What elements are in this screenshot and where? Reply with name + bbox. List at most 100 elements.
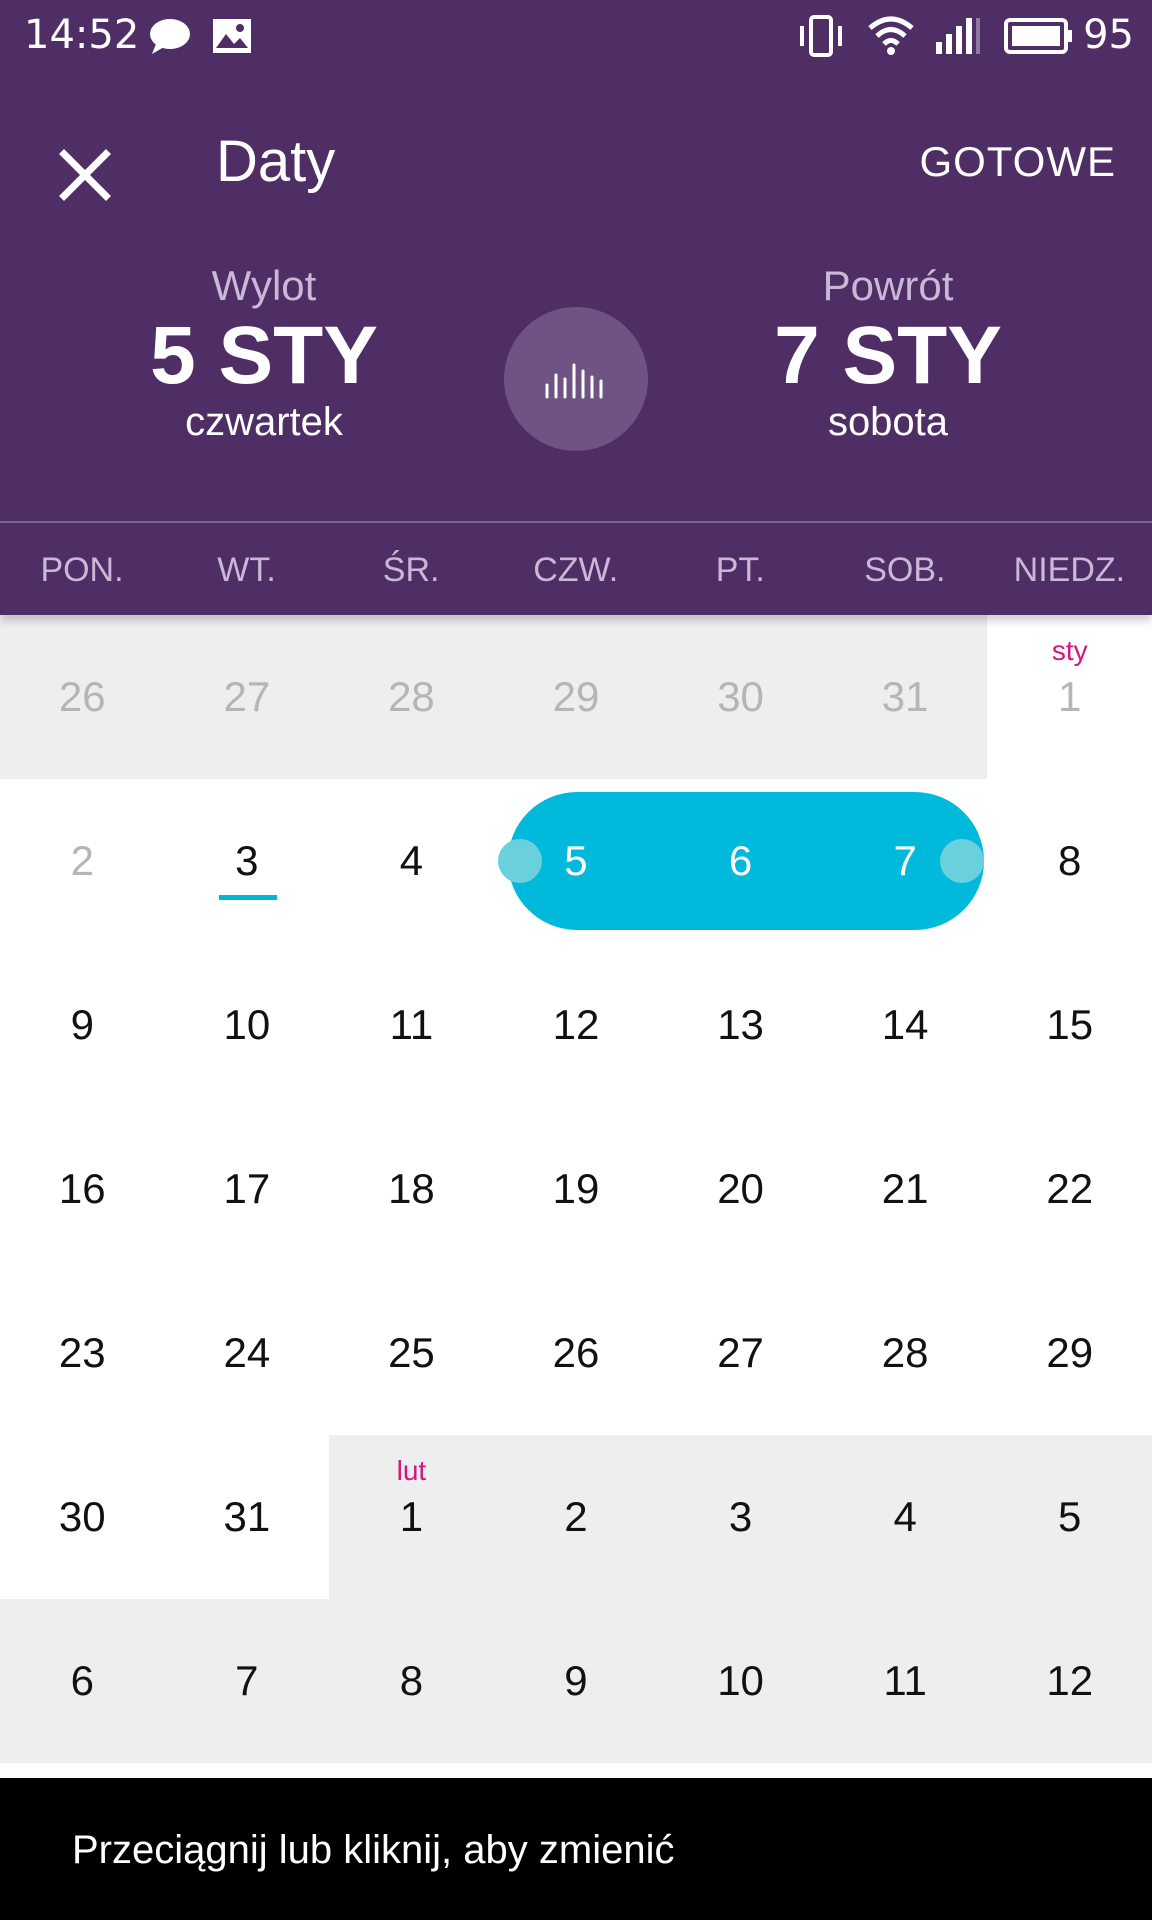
calendar-day-cell[interactable]: 7 <box>164 1599 330 1763</box>
calendar-day-cell[interactable]: 5 <box>494 779 659 943</box>
calendar-day-cell[interactable]: 13 <box>658 943 823 1107</box>
calendar-day-cell[interactable]: 8 <box>329 1599 494 1763</box>
calendar-day-cell[interactable]: 9 <box>493 1599 659 1763</box>
month-label-february: lut <box>396 1455 427 1486</box>
calendar-day-cell[interactable]: 11 <box>822 1599 988 1763</box>
wifi-icon <box>866 14 916 63</box>
day-number: 30 <box>717 673 764 720</box>
calendar-day-cell[interactable]: 28 <box>823 1271 988 1435</box>
calendar-day-cell[interactable]: 6 <box>658 779 823 943</box>
calendar-day-cell[interactable]: 24 <box>165 1271 330 1435</box>
calendar-day-cell[interactable]: 22 <box>987 1107 1152 1271</box>
calendar-day-cell[interactable]: 1 sty <box>987 615 1152 779</box>
calendar-day-cell[interactable]: 27 <box>164 615 330 779</box>
weekday-mon: PON. <box>40 551 124 589</box>
day-number: 28 <box>881 1329 929 1376</box>
calendar-day-cell[interactable]: 17 <box>165 1107 330 1271</box>
return-weekday: sobota <box>827 400 949 444</box>
signal-icon <box>934 14 986 63</box>
weekday-sat: SOB. <box>864 551 946 589</box>
calendar-day-cell[interactable]: 25 <box>329 1271 494 1435</box>
day-number: 10 <box>717 1657 764 1704</box>
day-number: 30 <box>58 1493 106 1540</box>
calendar-day-cell[interactable]: 26 <box>0 615 165 779</box>
day-number: 11 <box>389 1001 434 1048</box>
calendar-day-cell[interactable]: 10 <box>165 943 330 1107</box>
calendar-day-cell[interactable]: 19 <box>494 1107 659 1271</box>
vibrate-icon <box>796 14 846 63</box>
calendar-day-cell[interactable]: 3 <box>165 779 330 943</box>
calendar-day-cell[interactable]: 4 <box>329 779 494 943</box>
calendar-day-cell[interactable]: 31 <box>822 615 988 779</box>
weekday-sun: NIEDZ. <box>1013 551 1126 589</box>
calendar-day-cell[interactable]: 21 <box>823 1107 988 1271</box>
calendar-day-cell[interactable]: 2 <box>493 1435 659 1599</box>
calendar-day-cell[interactable]: 12 <box>494 943 659 1107</box>
calendar-day-cell[interactable]: 16 <box>0 1107 165 1271</box>
day-number: 16 <box>58 1165 106 1212</box>
departure-date-selector[interactable]: Wylot 5 STY czwartek <box>94 262 434 445</box>
day-number: 23 <box>58 1329 106 1376</box>
calendar-day-cell[interactable]: 30 <box>658 615 823 779</box>
toolbar: Daty GOTOWE <box>0 80 1152 240</box>
calendar-day-cell[interactable]: 11 <box>329 943 494 1107</box>
calendar-day-cell[interactable]: 27 <box>658 1271 823 1435</box>
calendar-day-cell[interactable]: 30 <box>0 1435 165 1599</box>
done-button[interactable]: GOTOWE <box>919 138 1116 186</box>
day-number: 24 <box>223 1329 271 1376</box>
calendar-day-cell[interactable]: 14 <box>823 943 988 1107</box>
day-number: 3 <box>235 837 259 884</box>
calendar-day-cell[interactable]: 2 <box>0 779 165 943</box>
calendar-day-cell[interactable]: 10 <box>658 1599 823 1763</box>
day-number: 3 <box>728 1493 753 1540</box>
today-indicator <box>218 895 277 900</box>
calendar-day-cell[interactable]: 29 <box>987 1271 1152 1435</box>
calendar-day-cell[interactable]: 3 <box>658 1435 823 1599</box>
day-number: 31 <box>223 1493 271 1540</box>
calendar-day-cell[interactable]: 5 <box>987 1435 1152 1599</box>
day-number: 11 <box>883 1657 927 1704</box>
price-chart-button[interactable] <box>504 307 648 451</box>
day-number: 8 <box>1058 837 1082 884</box>
calendar-day-cell[interactable]: 26 <box>494 1271 659 1435</box>
calendar-day-cell[interactable]: 28 <box>329 615 494 779</box>
day-number: 19 <box>552 1165 600 1212</box>
calendar-day-cell[interactable]: 1 lut <box>329 1435 494 1599</box>
day-number: 27 <box>223 673 271 720</box>
day-number: 6 <box>728 837 753 884</box>
close-icon <box>59 149 111 201</box>
calendar-day-cell[interactable]: 7 <box>823 779 988 943</box>
calendar-day-cell[interactable]: 6 <box>0 1599 165 1763</box>
calendar-day-cell[interactable]: 4 <box>822 1435 988 1599</box>
status-bar: 14:52 95 <box>0 0 1152 75</box>
day-number: 15 <box>1046 1001 1094 1048</box>
weekday-header: PON. WT. ŚR. CZW. PT. SOB. NIEDZ. <box>0 523 1152 615</box>
calendar-day-cell[interactable]: 9 <box>0 943 165 1107</box>
calendar-day-cell[interactable]: 18 <box>329 1107 494 1271</box>
day-number: 13 <box>717 1001 764 1048</box>
image-icon <box>210 14 254 63</box>
calendar-day-cell[interactable]: 8 <box>987 779 1152 943</box>
return-date-selector[interactable]: Powrót 7 STY sobota <box>718 262 1058 445</box>
battery-percent: 95 <box>1083 12 1134 58</box>
day-number: 18 <box>388 1165 435 1212</box>
day-number: 1 <box>1058 673 1082 720</box>
day-number: 7 <box>893 837 917 884</box>
calendar-day-cell[interactable]: 20 <box>658 1107 823 1271</box>
day-number: 12 <box>1046 1657 1094 1704</box>
bar-chart-icon <box>545 363 603 399</box>
calendar-day-cell[interactable]: 31 <box>165 1435 330 1599</box>
day-number: 26 <box>58 673 106 720</box>
close-button[interactable] <box>40 130 130 220</box>
calendar-day-cell[interactable]: 15 <box>987 943 1152 1107</box>
day-number: 22 <box>1046 1165 1094 1212</box>
calendar-day-cell[interactable]: 23 <box>0 1271 165 1435</box>
calendar-day-cell[interactable]: 29 <box>493 615 659 779</box>
calendar-day-cell[interactable]: 12 <box>987 1599 1152 1763</box>
status-time: 14:52 <box>24 12 140 58</box>
day-number: 26 <box>552 1329 600 1376</box>
day-number: 8 <box>399 1657 424 1704</box>
day-number: 28 <box>388 673 435 720</box>
day-number: 2 <box>564 1493 588 1540</box>
day-number: 29 <box>1046 1329 1094 1376</box>
